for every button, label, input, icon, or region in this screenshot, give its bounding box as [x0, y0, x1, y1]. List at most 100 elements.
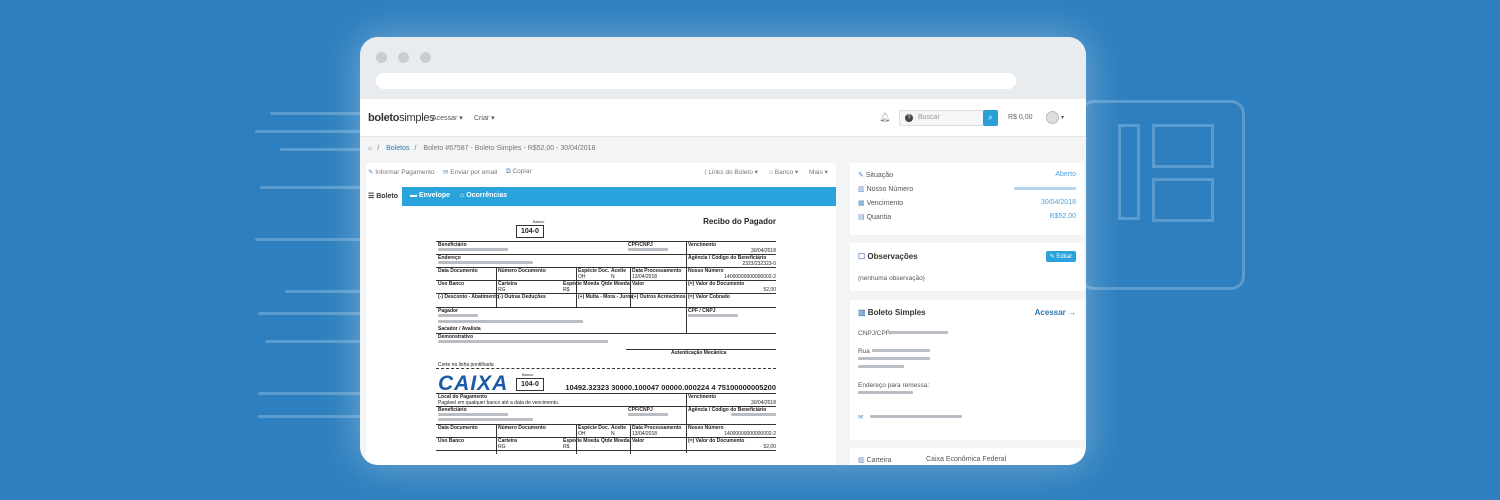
nosso-numero-label: Nosso Número	[688, 268, 724, 274]
links-boleto-label: Links do Boleto	[708, 169, 753, 176]
boleto-document: Recibo do Pagador Banco 104-0 Beneficiár…	[436, 213, 776, 465]
quantia-label: Quantia	[866, 214, 892, 221]
nosso-numero-row: ▥ Nosso Número	[858, 185, 1076, 193]
acessar-link[interactable]: Acessar →	[1035, 308, 1076, 317]
situacao-row: ✎ Situação Aberto	[858, 171, 1076, 179]
uso-banco-label: Uso Banco	[438, 281, 465, 287]
outros-acrescimos-label: (+) Outros Acréscimos	[632, 294, 686, 300]
boleto-simples-card: ▥ Boleto Simples Acessar → CNPJ/CPF: Rua…	[850, 300, 1084, 440]
help-icon[interactable]: ?	[905, 114, 913, 122]
address-bar[interactable]	[376, 73, 1016, 89]
linha-digitavel: 10492.32323 30000.100047 00000.000224 4 …	[565, 383, 776, 392]
bg-line	[280, 148, 360, 151]
browser-chrome	[360, 37, 1086, 99]
tab-boleto[interactable]: ☰ Boleto	[366, 187, 402, 206]
editar-label: Editar	[1056, 254, 1072, 260]
cnpj-label: CNPJ/CPF:	[858, 330, 892, 337]
bg-line	[260, 186, 360, 189]
top-navbar: boletosimples Acessar ▾ Criar ▾ 🔔︎ ? Bus…	[360, 99, 1086, 137]
window-dot[interactable]	[420, 52, 431, 63]
edit-icon: ✎	[858, 172, 864, 179]
window-dot[interactable]	[376, 52, 387, 63]
chevron-down-icon[interactable]: ▾	[1061, 114, 1064, 121]
action-bar: ✎ Informar Pagamento ✉ Enviar por email …	[366, 168, 836, 182]
bg-line	[258, 415, 360, 418]
tab-bar: ▬ Envelope ⌂ Ocorrências	[402, 187, 836, 206]
tab-envelope-label: Envelope	[418, 192, 451, 199]
nav-acessar-label: Acessar	[432, 115, 458, 122]
home-icon[interactable]: ⌂	[368, 145, 372, 152]
building-icon: ▥	[858, 308, 866, 317]
breadcrumb: ⌂ / Boletos / Boleto #67587 - Boleto Simpl…	[368, 145, 596, 152]
copiar-link[interactable]: ⧉ Copiar	[506, 168, 532, 176]
numero-documento-label-2: Número Documento	[498, 425, 546, 431]
bg-box	[1152, 124, 1214, 168]
editar-button[interactable]: ✎ Editar	[1045, 251, 1076, 262]
browser-window: boletosimples Acessar ▾ Criar ▾ 🔔︎ ? Bus…	[360, 37, 1086, 465]
brand-name-b: simples	[399, 112, 435, 124]
bg-line	[258, 392, 360, 395]
tab-ocorrencias-label: Ocorrências	[466, 192, 508, 199]
brand-logo[interactable]: boletosimples	[368, 112, 435, 124]
bg-line	[265, 340, 360, 343]
window-dot[interactable]	[398, 52, 409, 63]
mais-dropdown[interactable]: Mais ▾	[809, 168, 828, 176]
breadcrumb-boletos[interactable]: Boletos	[386, 145, 409, 152]
observacoes-title: ☐ Observações	[858, 252, 918, 261]
search-button[interactable]: ⌕	[983, 110, 998, 126]
enviar-email-link[interactable]: ✉ Enviar por email	[443, 168, 497, 176]
banco-label-2: Banco	[522, 372, 534, 377]
links-boleto-dropdown[interactable]: ⟨ Links do Boleto ▾	[704, 168, 758, 176]
valor-label: Valor	[632, 281, 645, 287]
rua-label: Rua	[858, 348, 870, 355]
banco-label: Banco	[533, 219, 545, 224]
multa-label: (+) Multa - Mora - Juros	[578, 294, 634, 300]
bg-box	[1118, 124, 1140, 220]
bg-line	[258, 312, 360, 315]
informar-pagamento-link[interactable]: ✎ Informar Pagamento	[368, 168, 435, 176]
tab-ocorrencias[interactable]: ⌂ Ocorrências	[460, 192, 507, 199]
nav-acessar[interactable]: Acessar ▾	[432, 114, 463, 122]
qtde-moeda-label-2: Qtde Moeda	[601, 438, 630, 444]
bg-line	[255, 130, 360, 133]
valor-cobrado-label: (=) Valor Cobrado	[688, 294, 730, 300]
bell-icon[interactable]: 🔔︎	[879, 112, 890, 123]
banco-label: Banco	[774, 169, 794, 176]
rua-redacted-2	[858, 357, 930, 360]
data-documento-label: Data Documento	[438, 268, 478, 274]
data-documento-label-2: Data Documento	[438, 425, 478, 431]
carteira-row: ▥ Carteira Caixa Econômica Federal	[858, 456, 1076, 464]
informar-pagamento-label: Informar Pagamento	[375, 169, 435, 176]
quantia-value: R$52,00	[1049, 213, 1076, 220]
tab-envelope[interactable]: ▬ Envelope	[410, 192, 450, 199]
qtde-moeda-label: Qtde Moeda	[601, 281, 630, 287]
brand-name-a: boleto	[368, 112, 400, 124]
nav-criar-label: Criar	[474, 115, 490, 122]
observacoes-empty: (nenhuma observação)	[858, 275, 925, 282]
valor-label-2: Valor	[632, 438, 645, 444]
account-balance: R$ 0,00	[1008, 114, 1033, 121]
nosso-numero-side-label: Nosso Número	[866, 186, 914, 193]
search-icon: ⌕	[988, 113, 993, 122]
nosso-numero-redacted	[1014, 187, 1076, 190]
rua-redacted	[872, 349, 930, 352]
observacoes-label: Observações	[867, 252, 918, 261]
nosso-numero-label-2: Nosso Número	[688, 425, 724, 431]
carteira-side-value: Caixa Econômica Federal	[926, 456, 1007, 463]
banco-dropdown[interactable]: ⌂ Banco ▾	[769, 168, 798, 176]
avatar[interactable]	[1046, 111, 1059, 124]
share-icon: ⟨	[704, 169, 707, 176]
carteira-side-label: Carteira	[866, 457, 892, 464]
breadcrumb-current: Boleto #67587 - Boleto Simples - R$52,00…	[423, 145, 596, 152]
recibo-title: Recibo do Pagador	[703, 217, 776, 226]
observacoes-card: ☐ Observações ✎ Editar (nenhuma observaç…	[850, 243, 1084, 291]
sacador-label: Sacador / Avalista	[438, 326, 481, 332]
vencimento-side-value: 30/04/2018	[1040, 199, 1076, 206]
nav-criar[interactable]: Criar ▾	[474, 114, 495, 122]
vencimento-row: ▦ Vencimento 30/04/2018	[858, 199, 1076, 207]
remessa-redacted	[858, 391, 913, 394]
autenticacao-label: Autenticação Mecânica	[671, 350, 727, 356]
valor-documento-label-2: (=) Valor do Documento	[688, 438, 745, 444]
carteira-card: ▥ Carteira Caixa Econômica Federal	[850, 448, 1084, 465]
rua-redacted-3	[858, 365, 904, 368]
